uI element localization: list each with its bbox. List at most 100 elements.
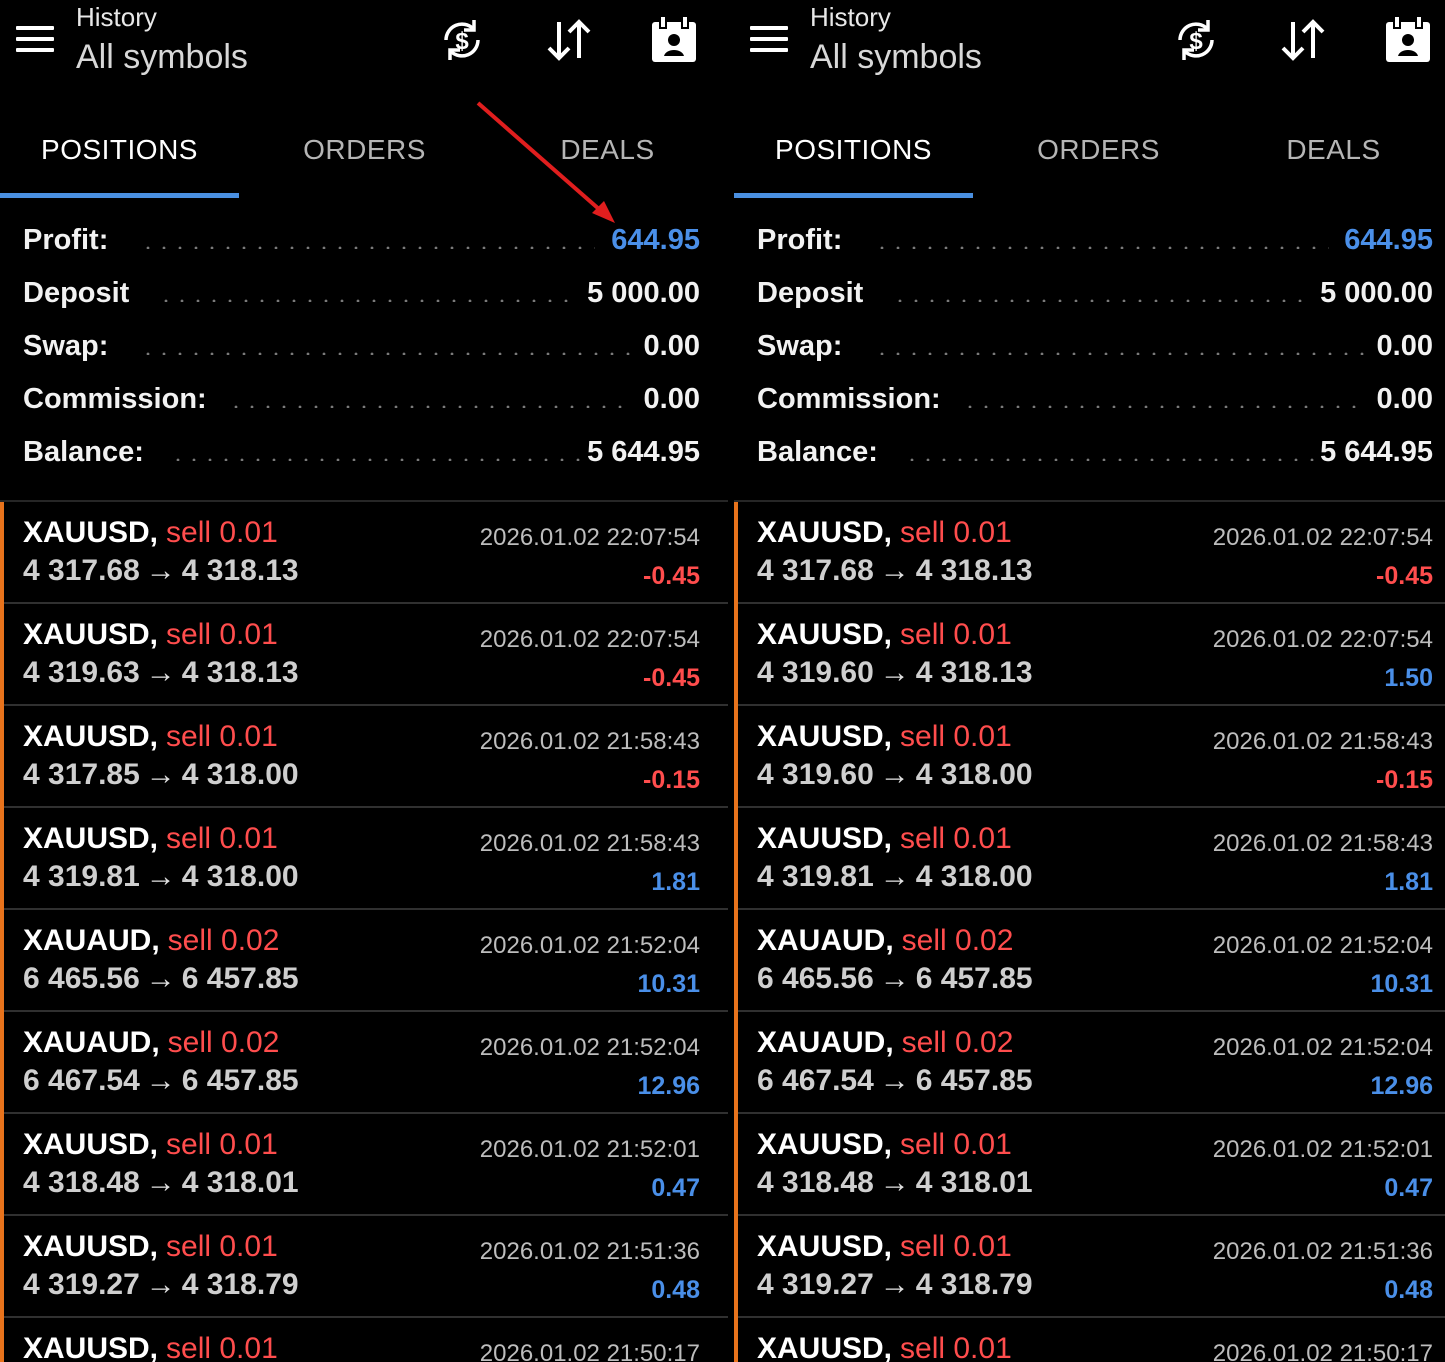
deal-profit: 0.48 (651, 1276, 700, 1304)
deal-row[interactable]: XAUUSD, sell 0.01 4 319.27 → 4 318.79 2026.01… (734, 1216, 1445, 1318)
toolbar: History All symbols $ (734, 0, 1445, 95)
deal-row[interactable]: XAUUSD, sell 0.01 4 319.27 → 4 318.79 2026.01… (0, 1216, 728, 1318)
symbol-name: XAUAUD, (23, 924, 160, 957)
close-price: 4 318.79 (181, 1268, 299, 1301)
deal-prices: 4 319.63 → 4 318.13 (23, 656, 299, 690)
deal-row[interactable]: XAUUSD, sell 0.01 4 317.68 → 4 318.13 2026.01… (0, 502, 728, 604)
symbol-filter-title[interactable]: All symbols (76, 38, 248, 77)
calendar-icon[interactable] (1382, 14, 1434, 66)
deal-row[interactable]: XAUUSD, sell 0.01 2026.01.02 21:50:17 (0, 1318, 728, 1362)
sort-icon[interactable] (543, 14, 595, 66)
summary-balance-row: Balance: 5 644.95 (734, 430, 1445, 483)
deal-row[interactable]: XAUUSD, sell 0.01 4 319.60 → 4 318.13 2026.01… (734, 604, 1445, 706)
symbol-filter-title[interactable]: All symbols (810, 38, 982, 77)
deal-profit: 12.96 (637, 1072, 700, 1100)
close-price: 4 318.13 (181, 656, 299, 689)
deal-row[interactable]: XAUUSD, sell 0.01 4 319.81 → 4 318.00 2026.01… (0, 808, 728, 910)
dot-leader (874, 246, 1329, 249)
currency-sync-icon[interactable]: $ (1170, 14, 1222, 66)
deal-profit: -0.15 (1376, 766, 1433, 794)
close-price: 6 457.85 (181, 1064, 299, 1097)
symbol-name: XAUUSD, (757, 720, 893, 753)
profit-label: Profit: (757, 224, 843, 256)
open-price: 4 319.27 (757, 1268, 874, 1301)
deal-row[interactable]: XAUAUD, sell 0.02 6 465.56 → 6 457.85 2026.01… (0, 910, 728, 1012)
deal-row[interactable]: XAUUSD, sell 0.01 4 319.81 → 4 318.00 2026.01… (734, 808, 1445, 910)
symbol-name: XAUUSD, (23, 720, 159, 753)
deal-prices: 6 465.56 → 6 457.85 (23, 962, 299, 996)
deal-row[interactable]: XAUUSD, sell 0.01 4 317.68 → 4 318.13 2026.01… (734, 502, 1445, 604)
history-panel-right: History All symbols $ POSITIONS ORDERS D… (734, 0, 1445, 1362)
close-price: 6 457.85 (181, 962, 299, 995)
deal-symbol: XAUAUD, sell 0.02 (757, 924, 1013, 958)
deal-side-volume: sell 0.02 (901, 924, 1014, 957)
deal-row[interactable]: XAUAUD, sell 0.02 6 465.56 → 6 457.85 2026.01… (734, 910, 1445, 1012)
arrow-right-icon: → (879, 1268, 910, 1301)
close-price: 4 318.01 (181, 1166, 299, 1199)
symbol-name: XAUAUD, (23, 1026, 160, 1059)
summary-balance-row: Balance: 5 644.95 (0, 430, 728, 483)
deal-row[interactable]: XAUUSD, sell 0.01 4 317.85 → 4 318.00 2026.01… (0, 706, 728, 808)
close-price: 6 457.85 (915, 1064, 1033, 1097)
deposit-label: Deposit (23, 277, 130, 309)
deal-symbol: XAUUSD, sell 0.01 (757, 618, 1012, 652)
tab-positions[interactable]: POSITIONS (734, 112, 973, 192)
screen-title: History (810, 2, 891, 32)
deal-row[interactable]: XAUUSD, sell 0.01 4 319.63 → 4 318.13 2026.01… (0, 604, 728, 706)
row-accent-bar (0, 1216, 4, 1318)
tab-orders[interactable]: ORDERS (979, 112, 1218, 192)
tab-positions[interactable]: POSITIONS (0, 112, 239, 192)
dot-leader (874, 352, 1364, 355)
summary-profit-row: Profit: 644.95 (734, 218, 1445, 271)
deal-symbol: XAUUSD, sell 0.01 (757, 1230, 1012, 1264)
summary-deposit-row: Deposit 5 000.00 (734, 271, 1445, 324)
deal-row[interactable]: XAUAUD, sell 0.02 6 467.54 → 6 457.85 2026.01… (734, 1012, 1445, 1114)
dot-leader (170, 458, 580, 461)
deal-row[interactable]: XAUAUD, sell 0.02 6 467.54 → 6 457.85 2026.01… (0, 1012, 728, 1114)
tab-orders[interactable]: ORDERS (245, 112, 484, 192)
deal-prices: 4 318.48 → 4 318.01 (757, 1166, 1033, 1200)
symbol-name: XAUAUD, (757, 924, 894, 957)
profit-value: 644.95 (611, 224, 700, 256)
close-price: 4 318.13 (915, 656, 1033, 689)
symbol-name: XAUUSD, (23, 1332, 159, 1362)
balance-value: 5 644.95 (587, 436, 700, 468)
deal-symbol: XAUUSD, sell 0.01 (23, 516, 278, 550)
deal-row[interactable]: XAUUSD, sell 0.01 2026.01.02 21:50:17 (734, 1318, 1445, 1362)
deal-profit: 0.47 (1384, 1174, 1433, 1202)
screen-title: History (76, 2, 157, 32)
arrow-right-icon: → (145, 1268, 176, 1301)
close-price: 6 457.85 (915, 962, 1033, 995)
open-price: 4 319.81 (23, 860, 140, 893)
deal-prices: 4 319.81 → 4 318.00 (23, 860, 299, 894)
row-accent-bar (734, 502, 738, 604)
deal-symbol: XAUAUD, sell 0.02 (757, 1026, 1013, 1060)
deal-profit: -0.45 (643, 664, 700, 692)
deal-prices: 4 318.48 → 4 318.01 (23, 1166, 299, 1200)
deal-symbol: XAUAUD, sell 0.02 (23, 1026, 279, 1060)
arrow-right-icon: → (879, 860, 910, 893)
calendar-icon[interactable] (648, 14, 700, 66)
deal-time: 2026.01.02 21:52:04 (1212, 1034, 1433, 1061)
deal-row[interactable]: XAUUSD, sell 0.01 4 319.60 → 4 318.00 2026.01… (734, 706, 1445, 808)
deal-row[interactable]: XAUUSD, sell 0.01 4 318.48 → 4 318.01 2026.01… (0, 1114, 728, 1216)
tab-deals[interactable]: DEALS (1222, 112, 1445, 192)
deal-profit: 10.31 (637, 970, 700, 998)
deal-symbol: XAUUSD, sell 0.01 (23, 720, 278, 754)
tab-deals[interactable]: DEALS (488, 112, 727, 192)
open-price: 4 318.48 (757, 1166, 874, 1199)
row-accent-bar (0, 910, 4, 1012)
hamburger-menu-icon[interactable] (16, 22, 56, 56)
deal-prices: 4 319.27 → 4 318.79 (23, 1268, 299, 1302)
deal-profit: 1.81 (1384, 868, 1433, 896)
sort-icon[interactable] (1277, 14, 1329, 66)
arrow-right-icon: → (879, 1166, 910, 1199)
deal-side-volume: sell 0.02 (167, 1026, 280, 1059)
symbol-name: XAUUSD, (23, 1128, 159, 1161)
dot-leader (892, 299, 1302, 302)
hamburger-menu-icon[interactable] (750, 22, 790, 56)
deal-row[interactable]: XAUUSD, sell 0.01 4 318.48 → 4 318.01 2026.01… (734, 1114, 1445, 1216)
close-price: 4 318.79 (915, 1268, 1033, 1301)
currency-sync-icon[interactable]: $ (436, 14, 488, 66)
deal-profit: 0.48 (1384, 1276, 1433, 1304)
